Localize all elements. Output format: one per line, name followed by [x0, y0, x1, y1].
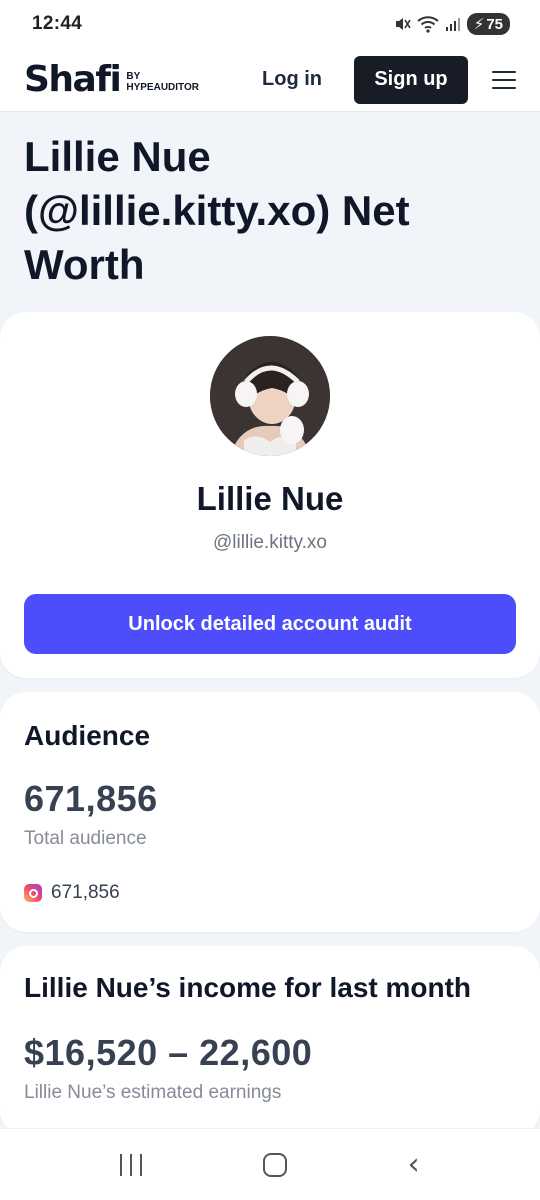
- income-card: Lillie Nue’s income for last month $16,5…: [0, 946, 540, 1136]
- page-title: Lillie Nue (@lillie.kitty.xo) Net Worth: [24, 133, 410, 288]
- profile-card: Lillie Nue @lillie.kitty.xo Unlock detai…: [0, 312, 540, 678]
- logo-by: BY: [126, 70, 141, 82]
- system-nav-bar: ‹: [0, 1128, 540, 1200]
- instagram-count: 671,856: [51, 882, 120, 903]
- profile-handle: @lillie.kitty.xo: [213, 532, 327, 553]
- mute-icon: [395, 18, 411, 30]
- income-label: Lillie Nue’s estimated earnings: [24, 1082, 282, 1103]
- audience-title: Audience: [24, 720, 151, 751]
- avatar-image: [210, 336, 330, 456]
- avatar: [210, 336, 330, 456]
- status-time: 12:44: [32, 13, 83, 34]
- site-header: Shafi BY HYPEAUDITOR Log in Sign up: [0, 48, 540, 112]
- audience-total: 671,856: [24, 778, 158, 819]
- logo-byline: BY HYPEAUDITOR: [126, 71, 199, 93]
- signal-icon: [445, 18, 460, 31]
- back-icon[interactable]: ‹: [408, 1149, 420, 1180]
- status-bar: 12:44 ⚡ 75: [0, 0, 540, 48]
- status-icons: ⚡ 75: [393, 13, 510, 35]
- profile-name: Lillie Nue: [196, 480, 344, 517]
- logo-wordmark: Shafi: [24, 58, 122, 100]
- audience-total-label: Total audience: [24, 828, 147, 849]
- income-title: Lillie Nue’s income for last month: [24, 972, 472, 1003]
- wifi-icon: [417, 16, 439, 33]
- battery-level: 75: [486, 15, 503, 33]
- logo-brand: HYPEAUDITOR: [126, 81, 199, 93]
- recent-apps-icon[interactable]: [120, 1153, 143, 1176]
- instagram-audience-row: 671,856: [24, 882, 120, 904]
- battery-charging-icon: ⚡ 75: [466, 13, 510, 35]
- login-link[interactable]: Log in: [252, 60, 332, 99]
- unlock-audit-button[interactable]: Unlock detailed account audit: [24, 594, 516, 654]
- income-range: $16,520 – 22,600: [24, 1032, 313, 1073]
- instagram-icon: [24, 884, 42, 902]
- home-icon[interactable]: [262, 1152, 287, 1177]
- shafi-logo[interactable]: Shafi BY HYPEAUDITOR: [24, 58, 199, 100]
- hamburger-menu-icon[interactable]: [492, 70, 516, 89]
- signup-button[interactable]: Sign up: [354, 55, 468, 104]
- audience-card: Audience 671,856 Total audience 671,856: [0, 692, 540, 932]
- charging-bolt-icon: ⚡: [473, 16, 485, 33]
